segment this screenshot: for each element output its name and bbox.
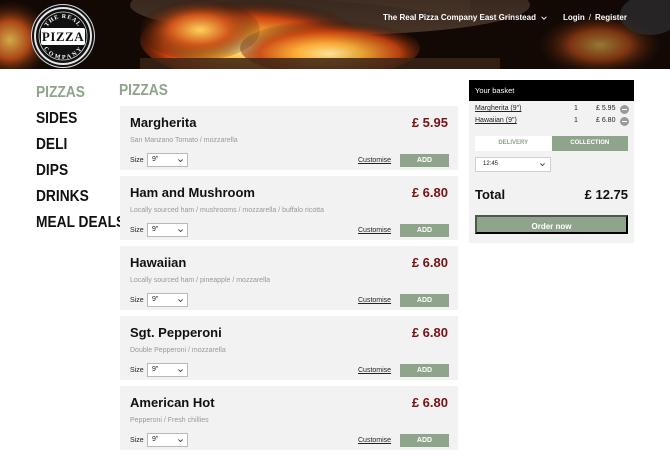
add-button[interactable]: ADD bbox=[400, 294, 449, 307]
customise-link[interactable]: Customise bbox=[358, 227, 391, 234]
basket-item-name[interactable]: Hawaiian (9") bbox=[475, 117, 517, 124]
chevron-down-icon bbox=[540, 163, 545, 167]
size-value: 9" bbox=[152, 366, 159, 373]
fulfilment-tabs: DELIVERY COLLECTION bbox=[475, 136, 628, 151]
size-select[interactable]: 9" bbox=[147, 223, 188, 237]
site-header: THE REAL COMPANY PIZZA The Real Pizza Co… bbox=[0, 0, 670, 69]
item-price: £ 6.80 bbox=[411, 255, 448, 270]
size-value: 9" bbox=[152, 226, 159, 233]
location-label: The Real Pizza Company East Grinstead bbox=[383, 13, 536, 22]
customise-link[interactable]: Customise bbox=[358, 297, 391, 304]
total-value: £ 12.75 bbox=[584, 187, 628, 202]
chevron-down-icon bbox=[178, 369, 183, 373]
size-select[interactable]: 9" bbox=[147, 293, 188, 307]
menu-item-card: Margherita £ 5.95 San Manzano Tomato / m… bbox=[120, 106, 458, 170]
order-now-button[interactable]: Order now bbox=[475, 215, 628, 234]
basket-row: Margherita (9") 1 £ 5.95 bbox=[475, 105, 629, 117]
size-select[interactable]: 9" bbox=[147, 363, 188, 377]
category-nav: PIZZAS SIDES DELI DIPS DRINKS MEAL DEALS bbox=[36, 80, 125, 236]
login-link[interactable]: Login bbox=[563, 13, 585, 22]
chevron-down-icon bbox=[178, 159, 183, 163]
customise-link[interactable]: Customise bbox=[358, 157, 391, 164]
size-label: Size bbox=[130, 227, 144, 234]
chevron-down-icon bbox=[178, 439, 183, 443]
time-select[interactable]: 12:45 bbox=[475, 157, 551, 172]
header-nav: The Real Pizza Company East Grinstead Lo… bbox=[383, 13, 627, 22]
item-name: Hawaiian bbox=[130, 255, 187, 270]
item-price: £ 5.95 bbox=[411, 115, 448, 130]
menu-item-card: Sgt. Pepperoni £ 6.80 Double Pepperoni /… bbox=[120, 316, 458, 380]
chevron-down-icon bbox=[541, 15, 547, 20]
basket-title: Your basket bbox=[469, 80, 634, 101]
tab-collection[interactable]: COLLECTION bbox=[551, 136, 628, 151]
menu-item-list: Margherita £ 5.95 San Manzano Tomato / m… bbox=[120, 106, 458, 456]
chevron-down-icon bbox=[178, 229, 183, 233]
size-select[interactable]: 9" bbox=[147, 433, 188, 447]
remove-icon[interactable] bbox=[620, 117, 629, 126]
item-name: Margherita bbox=[130, 115, 197, 130]
size-label: Size bbox=[130, 437, 144, 444]
size-value: 9" bbox=[152, 436, 159, 443]
item-price: £ 6.80 bbox=[411, 395, 448, 410]
menu-item-card: American Hot £ 6.80 Pepperoni / Fresh ch… bbox=[120, 386, 458, 450]
item-price: £ 6.80 bbox=[411, 185, 448, 200]
size-value: 9" bbox=[152, 296, 159, 303]
logo-bottom-text: COMPANY bbox=[42, 46, 83, 61]
location-selector[interactable]: The Real Pizza Company East Grinstead bbox=[383, 13, 548, 22]
item-name: Ham and Mushroom bbox=[130, 185, 255, 200]
category-meal-deals[interactable]: MEAL DEALS bbox=[36, 210, 125, 236]
chevron-down-icon bbox=[178, 299, 183, 303]
basket-item-price: £ 5.95 bbox=[596, 105, 616, 112]
basket-item-price: £ 6.80 bbox=[596, 117, 616, 124]
size-label: Size bbox=[130, 157, 144, 164]
basket-item-name[interactable]: Margherita (9") bbox=[475, 105, 521, 112]
size-value: 9" bbox=[152, 156, 159, 163]
size-label: Size bbox=[130, 297, 144, 304]
item-name: American Hot bbox=[130, 395, 215, 410]
basket-item-qty: 1 bbox=[574, 105, 578, 112]
category-dips[interactable]: DIPS bbox=[36, 158, 105, 184]
category-sides[interactable]: SIDES bbox=[36, 106, 105, 132]
item-price: £ 6.80 bbox=[411, 325, 448, 340]
item-description: Double Pepperoni / mozzarella bbox=[130, 347, 226, 354]
basket-row: Hawaiian (9") 1 £ 6.80 bbox=[475, 117, 629, 129]
time-value: 12:45 bbox=[483, 161, 499, 167]
menu-item-card: Ham and Mushroom £ 6.80 Locally sourced … bbox=[120, 176, 458, 240]
customise-link[interactable]: Customise bbox=[358, 367, 391, 374]
basket-item-qty: 1 bbox=[574, 117, 578, 124]
register-link[interactable]: Register bbox=[595, 13, 627, 22]
item-name: Sgt. Pepperoni bbox=[130, 325, 222, 340]
item-description: Locally sourced ham / pineapple / mozzar… bbox=[130, 277, 271, 284]
section-title: PIZZAS bbox=[119, 82, 168, 99]
add-button[interactable]: ADD bbox=[400, 364, 449, 377]
total-label: Total bbox=[475, 187, 506, 202]
item-description: San Manzano Tomato / mozzarella bbox=[130, 137, 238, 144]
header-fire-banner bbox=[0, 0, 670, 69]
category-drinks[interactable]: DRINKS bbox=[36, 184, 105, 210]
category-pizzas[interactable]: PIZZAS bbox=[36, 80, 105, 106]
remove-icon[interactable] bbox=[620, 105, 629, 114]
basket-panel: Your basket Margherita (9") 1 £ 5.95 Haw… bbox=[469, 80, 634, 243]
tab-delivery[interactable]: DELIVERY bbox=[475, 136, 552, 151]
size-select[interactable]: 9" bbox=[147, 153, 188, 167]
logo-word: PIZZA bbox=[41, 28, 85, 45]
menu-item-card: Hawaiian £ 6.80 Locally sourced ham / pi… bbox=[120, 246, 458, 310]
customise-link[interactable]: Customise bbox=[358, 437, 391, 444]
add-button[interactable]: ADD bbox=[400, 434, 449, 447]
add-button[interactable]: ADD bbox=[400, 154, 449, 167]
site-logo[interactable]: THE REAL COMPANY PIZZA bbox=[34, 7, 92, 65]
item-description: Locally sourced ham / mushrooms / mozzar… bbox=[130, 207, 325, 214]
add-button[interactable]: ADD bbox=[400, 224, 449, 237]
category-deli[interactable]: DELI bbox=[36, 132, 105, 158]
item-description: Pepperoni / Fresh chillies bbox=[130, 417, 209, 424]
svg-text:COMPANY: COMPANY bbox=[42, 46, 84, 61]
size-label: Size bbox=[130, 367, 144, 374]
login-register-separator: / bbox=[588, 13, 591, 22]
